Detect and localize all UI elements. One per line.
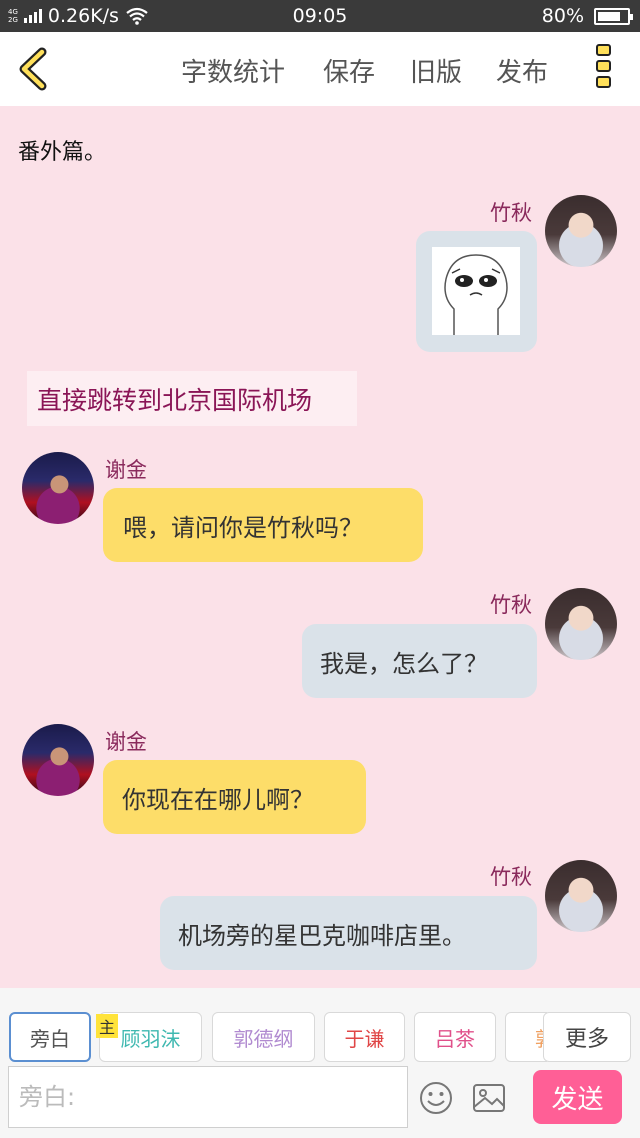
speaker-name: 谢金 — [105, 458, 147, 482]
role-chip-guo-degang[interactable]: 郭德纲 — [212, 1012, 315, 1062]
image-button[interactable] — [471, 1081, 507, 1115]
speaker-name: 竹秋 — [490, 201, 532, 225]
word-count-button[interactable]: 字数统计 — [181, 52, 285, 89]
avatar[interactable] — [545, 860, 617, 932]
save-button[interactable]: 保存 — [323, 52, 375, 89]
avatar[interactable] — [22, 452, 94, 524]
role-chip-yu-qian[interactable]: 于谦 — [324, 1012, 405, 1062]
role-label: 顾羽沫 — [120, 1026, 181, 1051]
speaker-name: 谢金 — [105, 730, 147, 754]
emoji-button[interactable] — [418, 1081, 454, 1115]
avatar[interactable] — [545, 588, 617, 660]
role-label: 郭德纲 — [233, 1026, 294, 1051]
chevron-left-icon — [19, 47, 47, 91]
role-label: 吕茶 — [435, 1026, 475, 1051]
role-chip-lv-cha[interactable]: 吕茶 — [414, 1012, 496, 1062]
message-bubble[interactable]: 喂，请问你是竹秋吗？ — [103, 488, 423, 562]
menu-dot-icon — [596, 44, 611, 56]
role-chip-narrator[interactable]: 旁白 — [9, 1012, 91, 1062]
message-bubble[interactable]: 我是，怎么了？ — [302, 624, 537, 698]
role-label: 于谦 — [344, 1026, 385, 1051]
message-input[interactable] — [8, 1066, 408, 1128]
send-button[interactable]: 发送 — [533, 1070, 622, 1124]
battery-percent: 80% — [541, 5, 584, 27]
speaker-name: 竹秋 — [490, 593, 532, 617]
avatar[interactable] — [22, 724, 94, 796]
battery-icon — [594, 7, 633, 25]
image-icon — [473, 1084, 505, 1112]
menu-dot-icon — [596, 60, 611, 72]
message-bubble[interactable]: 机场旁的星巴克咖啡店里。 — [160, 896, 537, 970]
back-button[interactable] — [14, 44, 54, 94]
image-message[interactable] — [416, 231, 537, 352]
smiley-icon — [420, 1082, 452, 1114]
menu-dot-icon — [596, 76, 611, 88]
narration-text: 番外篇。 — [18, 140, 107, 165]
message-bubble[interactable]: 你现在在哪儿啊？ — [103, 760, 366, 834]
status-right: 80% — [541, 0, 633, 32]
main-role-badge: 主 — [96, 1014, 118, 1038]
more-roles-button[interactable]: 更多 — [543, 1012, 631, 1062]
publish-button[interactable]: 发布 — [496, 52, 548, 89]
speaker-name: 竹秋 — [490, 865, 532, 889]
role-chip-guo[interactable]: 郭 — [505, 1012, 547, 1062]
role-label: 旁白 — [30, 1026, 70, 1051]
status-bar: 4G 2G 0.26K/s 09:05 80% — [0, 0, 640, 32]
top-toolbar: 字数统计 保存 旧版 发布 — [0, 32, 640, 106]
old-version-button[interactable]: 旧版 — [410, 52, 462, 89]
sticker-image — [432, 247, 520, 335]
more-menu-button[interactable] — [596, 44, 614, 94]
avatar[interactable] — [545, 195, 617, 267]
narration-message: 直接跳转到北京国际机场 — [27, 371, 357, 426]
